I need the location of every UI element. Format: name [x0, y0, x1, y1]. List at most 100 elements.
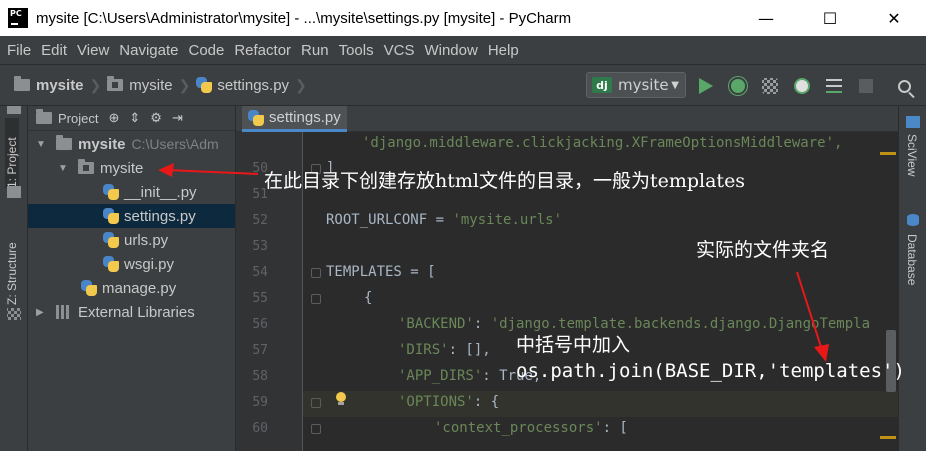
- tree-item-path: C:\Users\Adm: [131, 136, 219, 152]
- code-token: ROOT_URLCONF =: [326, 212, 453, 228]
- tree-item-label: wsgi.py: [124, 255, 175, 273]
- warning-marker[interactable]: [880, 152, 896, 155]
- tree-item-label: settings.py: [124, 207, 196, 225]
- gear-icon[interactable]: ⚙: [150, 110, 162, 126]
- tree-item-label: External Libraries: [78, 303, 195, 321]
- breadcrumb-label: settings.py: [217, 76, 290, 94]
- menu-file[interactable]: File: [2, 42, 36, 59]
- menu-help[interactable]: Help: [483, 42, 524, 59]
- line-number: 60: [252, 421, 268, 436]
- menu-view[interactable]: View: [72, 42, 114, 59]
- annotation-folder-name-note: 实际的文件夹名: [696, 239, 830, 261]
- folder-icon: [107, 76, 124, 91]
- tree-item-project-root[interactable]: ▼ mysite C:\Users\Adm: [28, 132, 235, 156]
- fold-marker-icon[interactable]: [311, 398, 321, 408]
- fold-marker-icon[interactable]: [311, 424, 321, 434]
- structure-tool-icon: [7, 308, 21, 320]
- menu-code[interactable]: Code: [183, 42, 229, 59]
- code-token: 'context_processors': [434, 420, 603, 436]
- fold-marker-icon[interactable]: [311, 268, 321, 278]
- tab-settings-py[interactable]: settings.py: [242, 106, 347, 132]
- navigation-bar: mysite ❯ mysite ❯ settings.py ❯: [0, 64, 926, 106]
- tree-item-wsgi[interactable]: wsgi.py: [28, 252, 235, 276]
- sciview-icon: [906, 116, 920, 128]
- close-button[interactable]: ✕: [862, 0, 926, 36]
- folder-tool-icon: [7, 186, 21, 198]
- menu-vcs[interactable]: VCS: [379, 42, 420, 59]
- window-title: mysite [C:\Users\Administrator\mysite] -…: [36, 9, 572, 27]
- project-panel: Project ⊕ ⇕ ⚙ ⇥ ▼ mysite C:\Users\Adm ▼ …: [28, 106, 236, 451]
- code-token: 'DIRS': [398, 342, 449, 358]
- expand-arrow-icon: ▼: [58, 162, 68, 174]
- breadcrumb-file[interactable]: settings.py ❯: [196, 77, 312, 94]
- folder-icon: [36, 109, 52, 124]
- tree-item-label: __init__.py: [124, 183, 197, 201]
- menu-refactor[interactable]: Refactor: [229, 42, 296, 59]
- database-icon: [907, 214, 919, 226]
- fold-marker-icon[interactable]: [311, 294, 321, 304]
- code-token: : {: [473, 394, 500, 410]
- tab-database[interactable]: Database: [905, 234, 919, 285]
- project-view-select[interactable]: Project: [58, 111, 98, 126]
- search-icon[interactable]: [894, 76, 914, 96]
- coverage-icon[interactable]: [760, 76, 780, 96]
- menu-navigate[interactable]: Navigate: [114, 42, 183, 59]
- folder-icon: [14, 76, 30, 91]
- tree-item-external-libraries[interactable]: ▶ External Libraries: [28, 300, 235, 324]
- python-file-icon: [103, 256, 119, 272]
- menu-bar: File Edit View Navigate Code Refactor Ru…: [0, 36, 926, 64]
- run-icon[interactable]: [696, 76, 716, 96]
- folder-icon: [56, 135, 72, 150]
- project-tool-icon: [7, 106, 21, 114]
- menu-run[interactable]: Run: [296, 42, 334, 59]
- code-token: 'mysite.urls': [452, 212, 563, 228]
- code-line-49: 'django.middleware.clickjacking.XFrameOp…: [362, 135, 843, 151]
- project-panel-header: Project ⊕ ⇕ ⚙ ⇥: [28, 106, 235, 131]
- tab-project[interactable]: 1: Project: [5, 118, 19, 188]
- stop-icon[interactable]: [856, 76, 876, 96]
- tab-structure[interactable]: Z: Structure: [5, 230, 19, 305]
- breadcrumb-label: mysite: [36, 76, 84, 94]
- editor-tab-bar: settings.py: [236, 106, 898, 132]
- run-configuration-select[interactable]: dj mysite ▼: [586, 72, 686, 98]
- code-line-55: {: [364, 290, 373, 306]
- breadcrumb-folder[interactable]: mysite ❯: [107, 76, 196, 94]
- tree-item-init[interactable]: __init__.py: [28, 180, 235, 204]
- maximize-button[interactable]: ☐: [798, 0, 862, 36]
- menu-window[interactable]: Window: [419, 42, 482, 59]
- code-token: : [: [602, 420, 628, 436]
- line-number: 53: [252, 239, 268, 254]
- debug-icon[interactable]: [728, 76, 748, 96]
- annotation-code-note: os.path.join(BASE_DIR,'templates'): [516, 360, 905, 382]
- python-file-icon: [103, 208, 119, 224]
- tree-item-urls[interactable]: urls.py: [28, 228, 235, 252]
- line-number: 52: [252, 213, 268, 228]
- tree-item-mysite-package[interactable]: ▼ mysite: [28, 156, 235, 180]
- concurrency-icon[interactable]: [824, 76, 844, 96]
- line-number: 56: [252, 317, 268, 332]
- left-tool-strip: 1: Project Z: Structure: [0, 106, 28, 451]
- menu-tools[interactable]: Tools: [334, 42, 379, 59]
- tree-item-settings[interactable]: settings.py: [28, 204, 235, 228]
- run-configuration-label: mysite: [618, 76, 669, 94]
- locate-icon[interactable]: ⊕: [108, 110, 119, 126]
- warning-marker[interactable]: [880, 436, 896, 439]
- breadcrumb-project[interactable]: mysite ❯: [14, 76, 107, 94]
- collapse-icon[interactable]: ⇕: [129, 110, 140, 126]
- code-line-54: TEMPLATES = [: [326, 264, 436, 280]
- tab-sciview[interactable]: SciView: [905, 134, 919, 176]
- current-line-highlight: [303, 391, 898, 417]
- profile-icon[interactable]: [792, 76, 812, 96]
- tree-item-label: mysite: [78, 135, 126, 153]
- menu-edit[interactable]: Edit: [36, 42, 72, 59]
- minimize-button[interactable]: —: [734, 0, 798, 36]
- line-number: 55: [252, 291, 268, 306]
- tree-item-manage[interactable]: manage.py: [28, 276, 235, 300]
- library-icon: [56, 305, 72, 319]
- hide-icon[interactable]: ⇥: [172, 110, 183, 126]
- folder-icon: [78, 159, 94, 174]
- expand-arrow-icon: ▼: [36, 138, 46, 150]
- code-token: 'APP_DIRS': [398, 368, 483, 384]
- chevron-down-icon: ▼: [671, 79, 679, 91]
- lightbulb-icon[interactable]: [335, 392, 347, 406]
